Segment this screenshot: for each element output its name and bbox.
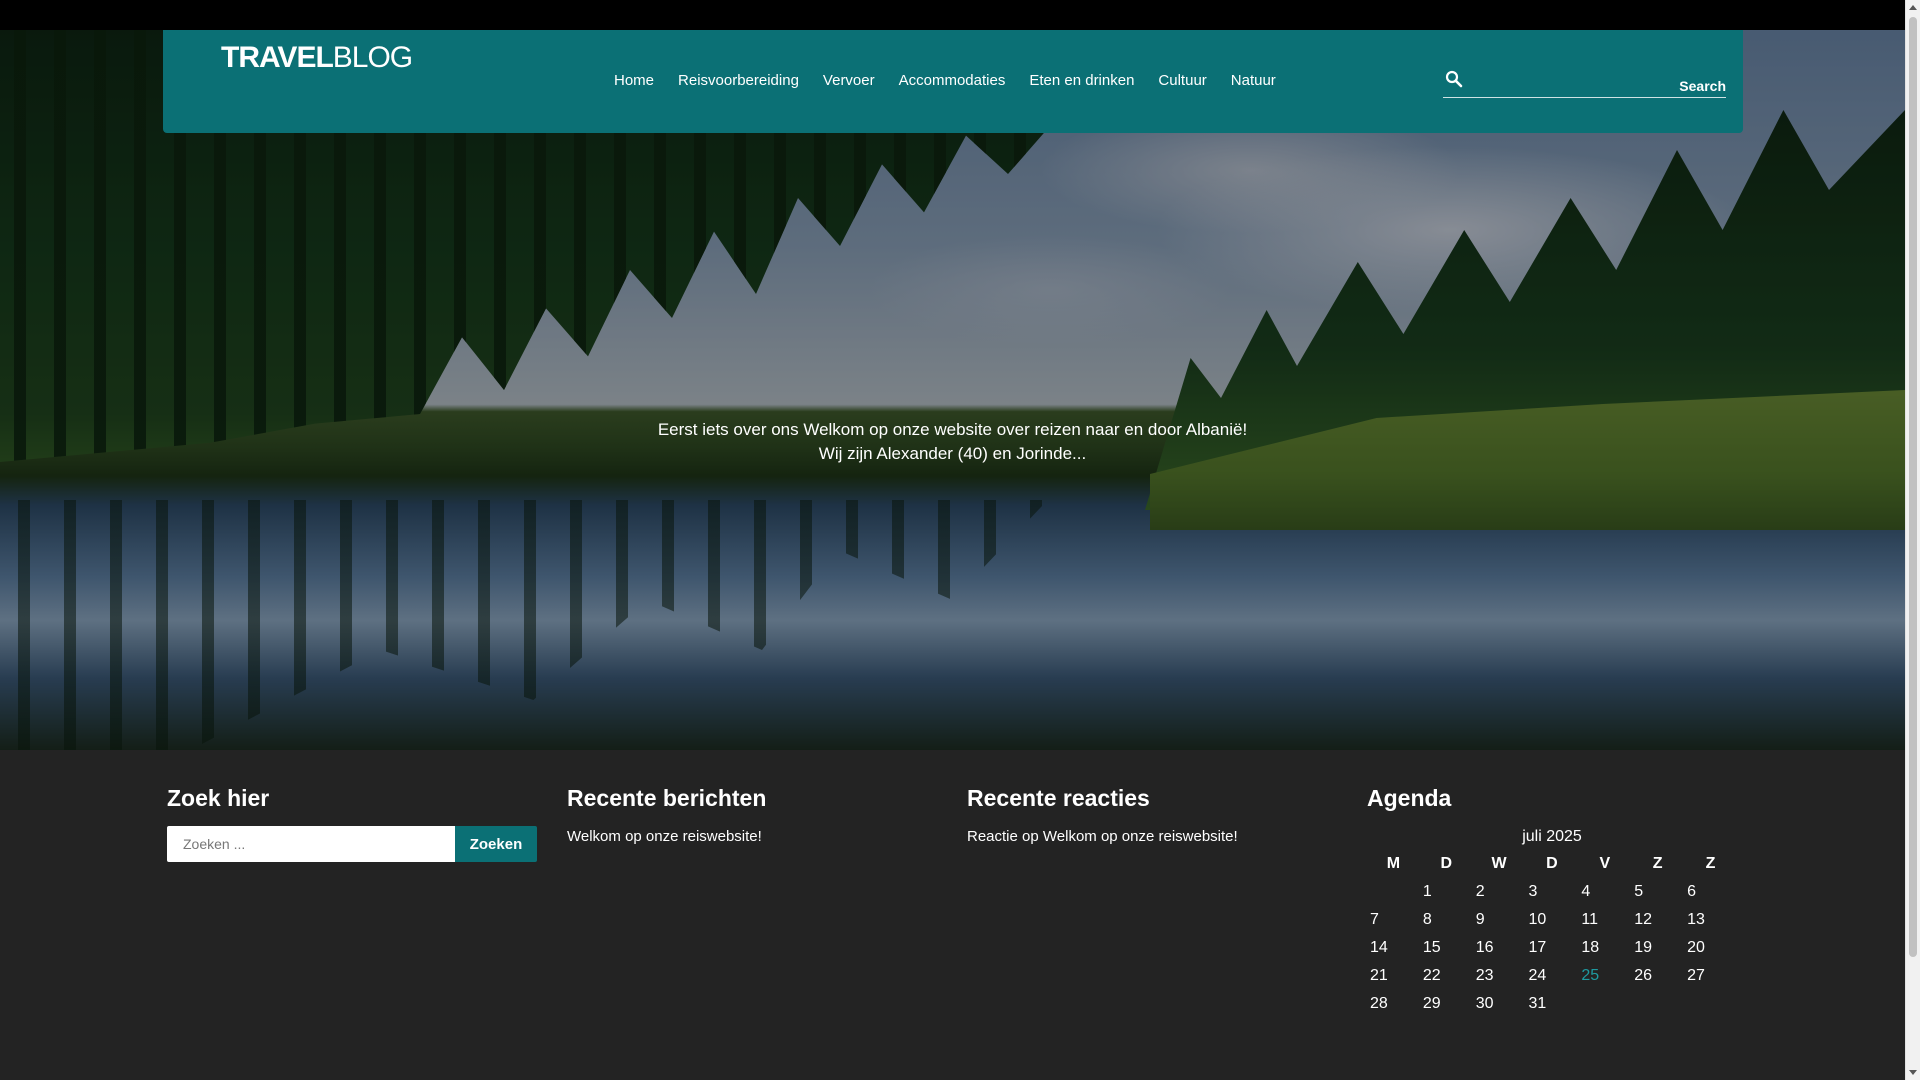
calendar-weekday: V: [1599, 855, 1611, 872]
logo-bold: TRAVEL: [221, 41, 334, 74]
hero-overlay: [0, 30, 1905, 750]
calendar-day: 18: [1581, 939, 1600, 956]
calendar-empty-cell: [1684, 990, 1737, 1018]
recent-comment-link[interactable]: Reactie op Welkom op onze reiswebsite!: [967, 826, 1337, 848]
calendar-empty-cell: [1367, 878, 1420, 906]
calendar-day: 28: [1370, 995, 1388, 1012]
hero-line-1: Eerst iets over ons Welkom op onze websi…: [657, 420, 1248, 439]
widget-recent-comments: Recente reacties Reactie op Welkom op on…: [967, 782, 1337, 848]
widget-search: Zoek hier Zoeken: [167, 782, 537, 862]
calendar-week: 7 8 9 10 11 12 13: [1367, 906, 1737, 934]
calendar-day: 12: [1634, 911, 1653, 928]
calendar-day: 30: [1475, 995, 1494, 1012]
nav-item-eten-en-drinken[interactable]: Eten en drinken: [1017, 70, 1146, 92]
calendar-day: 2: [1475, 883, 1485, 900]
header-search-input[interactable]: [1469, 68, 1619, 92]
calendar-weekday: D: [1440, 855, 1453, 872]
nav-item-vervoer[interactable]: Vervoer: [811, 70, 887, 92]
calendar-title: Agenda: [1367, 785, 1452, 811]
nav-item-home[interactable]: Home: [602, 70, 666, 92]
widget-calendar: Agenda juli 2025 MDWDVZZ 1 2 3 4 5 6 7 8 9 10 11 12…: [1367, 782, 1737, 1018]
calendar-day: 4: [1581, 883, 1591, 900]
calendar-caption: juli 2025: [1522, 828, 1582, 845]
calendar-empty-cell: [1631, 990, 1684, 1018]
scroll-down-icon[interactable]: [1909, 1070, 1917, 1075]
calendar-day: 23: [1475, 967, 1494, 984]
calendar-week: 28 29 30 31: [1367, 990, 1737, 1018]
calendar-day: 22: [1422, 967, 1441, 984]
calendar-day: 21: [1370, 967, 1388, 984]
nav-item-reisvoorbereiding[interactable]: Reisvoorbereiding: [666, 70, 811, 92]
hero-excerpt[interactable]: Eerst iets over ons Welkom op onze websi…: [0, 418, 1905, 466]
calendar-weekday: W: [1491, 855, 1507, 872]
scrollbar-thumb[interactable]: [1909, 17, 1917, 957]
nav-item-natuur[interactable]: Natuur: [1219, 70, 1288, 92]
hero-banner: Eerst iets over ons Welkom op onze websi…: [0, 30, 1905, 750]
header-search-label[interactable]: Search: [1679, 78, 1726, 94]
recent-posts-title: Recente berichten: [567, 785, 767, 811]
site-header: TRAVELBLOG Home Reisvoorbereiding Vervoer A…: [163, 30, 1743, 133]
calendar-day: 10: [1528, 911, 1547, 928]
widget-search-input[interactable]: [167, 826, 455, 862]
search-icon[interactable]: [1445, 70, 1463, 88]
calendar-day: 17: [1528, 939, 1547, 956]
recent-post-link[interactable]: Welkom op onze reiswebsite!: [567, 826, 937, 848]
main-nav: Home Reisvoorbereiding Vervoer Accommodatie…: [602, 70, 1288, 92]
calendar-day: 20: [1687, 939, 1705, 956]
widget-search-button[interactable]: Zoeken: [455, 826, 537, 862]
calendar-weekday: M: [1386, 855, 1401, 872]
calendar-week: 21 22 23 24 25 26 27: [1367, 962, 1737, 990]
calendar-day: 7: [1370, 911, 1379, 928]
top-strip: [0, 0, 1905, 30]
calendar-days: 1 2 3 4 5 6 7 8 9 10 11 12 13 14 15 16 17 18 19 20 21 22 23 24 2…: [1367, 878, 1737, 1018]
calendar-day: 16: [1475, 939, 1494, 956]
footer-widgets: Zoek hier Zoeken Recente berichten Welko…: [0, 750, 1905, 1080]
calendar-day: 8: [1422, 911, 1432, 928]
widget-search-title: Zoek hier: [167, 785, 270, 811]
calendar-day: 14: [1370, 939, 1388, 956]
nav-item-accommodaties[interactable]: Accommodaties: [887, 70, 1018, 92]
site-logo[interactable]: TRAVELBLOG: [221, 38, 413, 78]
calendar-weekday: D: [1546, 855, 1558, 872]
calendar-day: 15: [1422, 939, 1441, 956]
calendar-day: 13: [1687, 911, 1705, 928]
header-search: Search: [1443, 66, 1726, 98]
calendar-day: 3: [1528, 883, 1538, 900]
calendar-day: 6: [1687, 883, 1696, 900]
calendar-weekday: Z: [1705, 855, 1716, 872]
hero-line-2: Wij zijn Alexander (40) en Jorinde...: [818, 444, 1087, 463]
calendar-day: 26: [1634, 967, 1653, 984]
calendar-day: 29: [1422, 995, 1441, 1012]
calendar-day: 1: [1422, 883, 1432, 900]
calendar-table: MDWDVZZ 1 2 3 4 5 6 7 8 9 10 11 12 13 14 15 16 17 18 19 20 2…: [1367, 850, 1737, 1018]
calendar-weekdays: MDWDVZZ: [1367, 850, 1737, 878]
calendar-empty-cell: [1578, 990, 1631, 1018]
calendar-weekday: Z: [1652, 855, 1663, 872]
page-scrollbar[interactable]: [1905, 0, 1920, 1080]
logo-light: BLOG: [332, 41, 413, 74]
nav-item-cultuur[interactable]: Cultuur: [1146, 70, 1218, 92]
calendar-week: 1 2 3 4 5 6: [1367, 878, 1737, 906]
widget-search-form: Zoeken: [167, 826, 537, 862]
calendar-week: 14 15 16 17 18 19 20: [1367, 934, 1737, 962]
calendar-day: 27: [1687, 967, 1705, 984]
calendar-day[interactable]: 25: [1578, 962, 1631, 990]
calendar-day: 31: [1528, 995, 1547, 1012]
calendar-day: 5: [1634, 883, 1644, 900]
calendar-day: 24: [1528, 967, 1547, 984]
calendar-day: 9: [1475, 911, 1485, 928]
calendar-day: 11: [1581, 911, 1598, 928]
scroll-up-icon[interactable]: [1909, 5, 1917, 10]
recent-comments-title: Recente reacties: [967, 785, 1150, 811]
widget-recent-posts: Recente berichten Welkom op onze reisweb…: [567, 782, 937, 848]
calendar-day: 19: [1634, 939, 1653, 956]
